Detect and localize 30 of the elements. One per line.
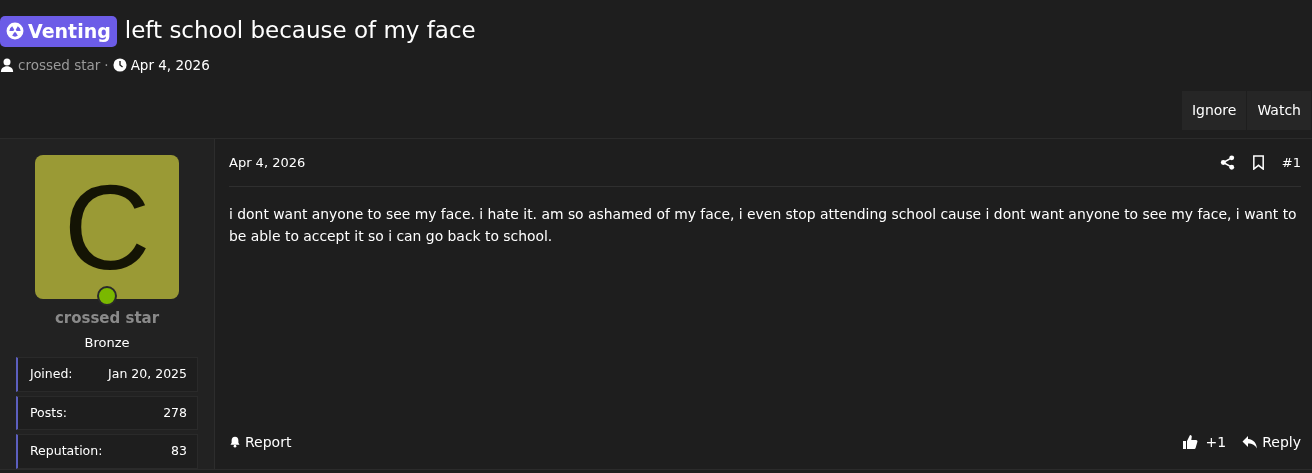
action-button[interactable]: Ignore <box>1181 90 1248 130</box>
radiation-icon <box>6 22 24 41</box>
stat-label: Posts: <box>30 403 67 422</box>
reply-icon <box>1242 434 1259 451</box>
separator: · <box>104 55 109 75</box>
post-number-link[interactable]: #1 <box>1281 152 1301 172</box>
share-icon[interactable] <box>1219 154 1235 170</box>
action-button[interactable]: Watch <box>1247 90 1312 130</box>
thumbs-up-icon <box>1181 434 1198 451</box>
bell-icon <box>229 436 241 449</box>
stat-value: Jan 20, 2025 <box>108 364 187 383</box>
stat-label: Reputation: <box>30 442 103 461</box>
report-button[interactable]: Report <box>229 431 292 453</box>
stat-label: Joined: <box>30 364 73 383</box>
stat-value: 83 <box>171 442 187 461</box>
thread-date: Apr 4, 2026 <box>130 55 210 75</box>
post-date: Apr 4, 2026 <box>229 153 306 172</box>
user-icon <box>0 57 14 72</box>
author-link[interactable]: crossed star <box>18 54 101 75</box>
user-rank: Bronze <box>84 334 130 353</box>
bookmark-icon[interactable] <box>1250 154 1266 170</box>
like-button[interactable]: +1 <box>1181 431 1227 453</box>
post-body: i dont want anyone to see my face. i hate it. am so ashamed of my face, i even stop attending school cause i dont want anyone to see my face, i want to be able to accept it so i can go back to school. <box>229 204 1298 246</box>
username-link[interactable]: crossed star <box>54 306 160 330</box>
stat-value: 278 <box>163 403 187 422</box>
reply-button[interactable]: Reply <box>1242 431 1301 453</box>
prefix-label[interactable]: Venting <box>0 16 117 47</box>
thread-title: left school because of my face <box>124 17 476 46</box>
clock-icon <box>112 57 127 72</box>
avatar[interactable]: C <box>35 154 179 299</box>
